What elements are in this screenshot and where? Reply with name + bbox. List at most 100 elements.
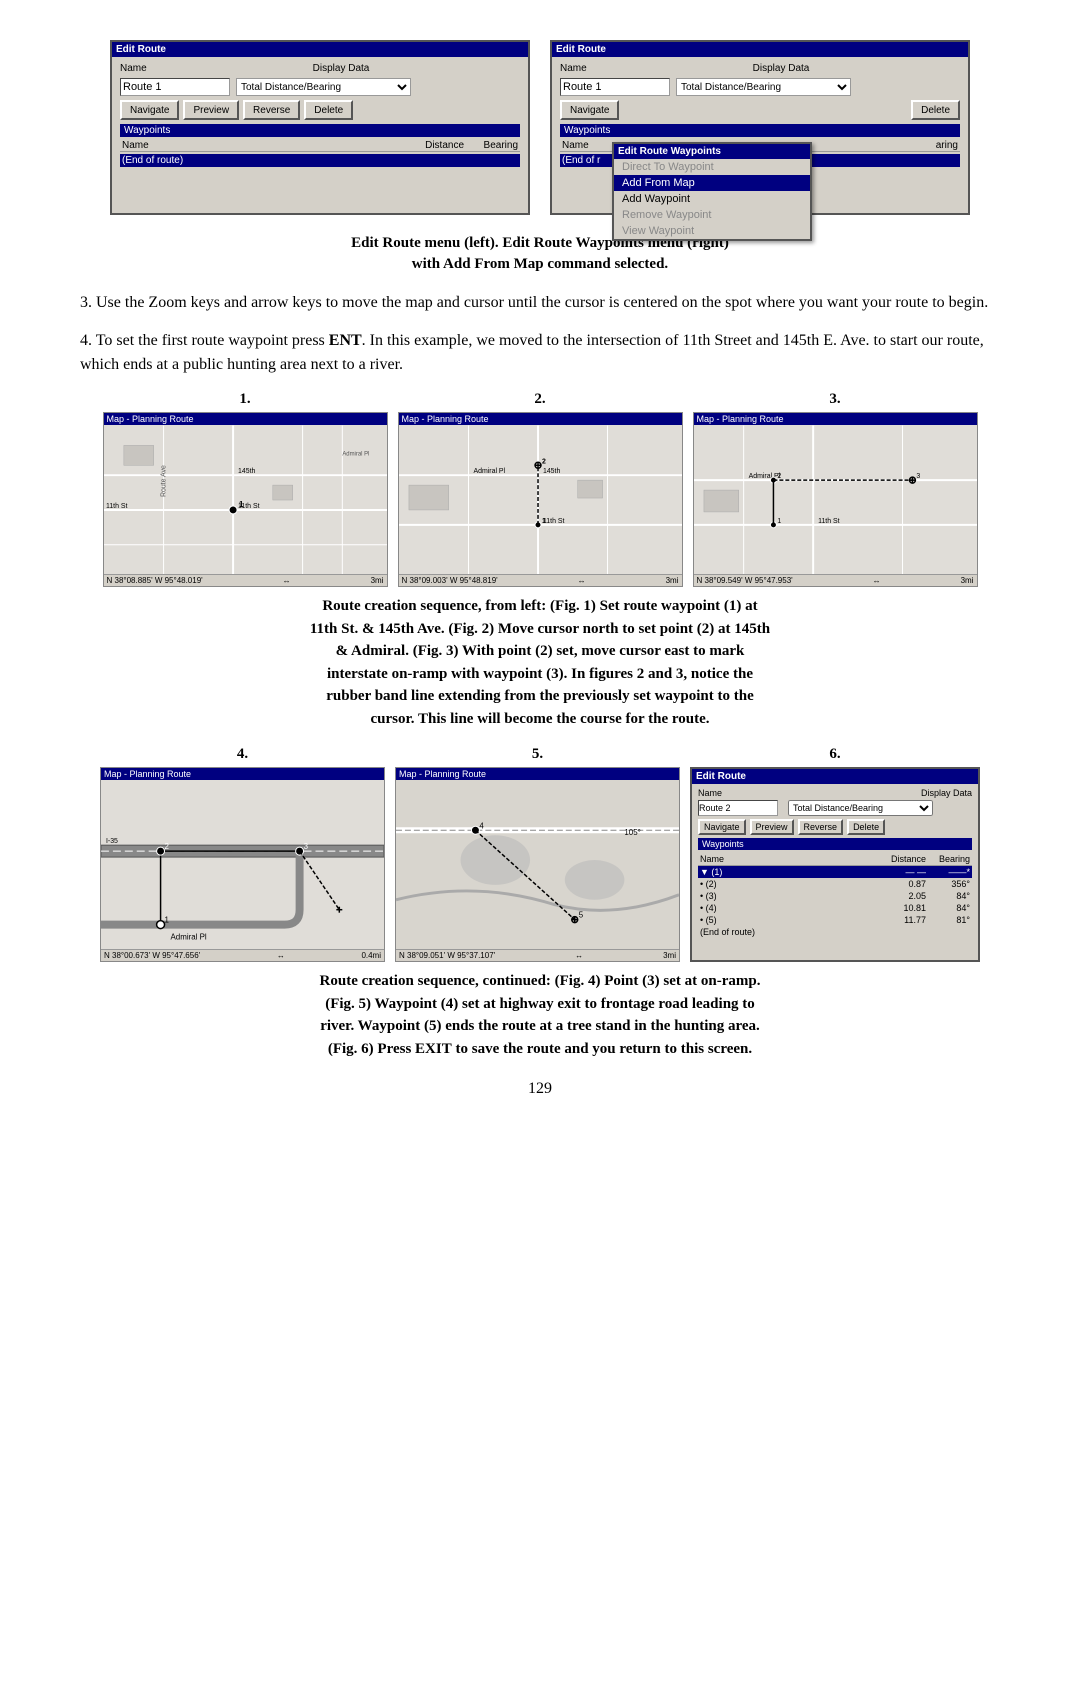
figures-row-1: 1. Map - Planning Route 145th 11th St 11… <box>80 391 1000 587</box>
svg-text:1: 1 <box>239 500 244 509</box>
right-name-label: Name <box>560 63 596 74</box>
fig6-preview-btn[interactable]: Preview <box>750 819 794 835</box>
left-name-display-row: Name Display Data <box>120 63 520 74</box>
fig6-wp-row-2: • (2) 0.87 356° <box>698 878 972 890</box>
fig6-titlebar: Edit Route <box>692 769 978 784</box>
left-display-select[interactable]: Total Distance/Bearing <box>236 78 411 96</box>
left-delete-btn[interactable]: Delete <box>304 100 353 120</box>
left-buttons-row: Navigate Preview Reverse Delete <box>120 100 520 120</box>
right-inputs-row: Total Distance/Bearing <box>560 78 960 96</box>
figures-row-2: 4. Map - Planning Route 1 2 <box>80 746 1000 962</box>
fig6-route-name[interactable] <box>698 800 778 816</box>
fig6-delete-btn[interactable]: Delete <box>847 819 885 835</box>
fig5-scale: 3mi <box>663 951 676 960</box>
left-reverse-btn[interactable]: Reverse <box>243 100 300 120</box>
left-dialog-titlebar: Edit Route <box>112 42 528 57</box>
right-delete-btn[interactable]: Delete <box>911 100 960 120</box>
mid-caption-line5: rubber band line extending from the prev… <box>326 688 754 704</box>
left-preview-btn[interactable]: Preview <box>183 100 239 120</box>
fig6-wp-row-end: (End of route) <box>698 926 972 938</box>
bot-caption-line4-before: (Fig. 6) Press <box>328 1041 415 1057</box>
fig6-navigate-btn[interactable]: Navigate <box>698 819 746 835</box>
right-display-label: Display Data <box>753 63 810 74</box>
figure-3-label: 3. <box>829 391 840 408</box>
popup-remove-waypoint[interactable]: Remove Waypoint <box>614 207 810 223</box>
popup-add-from-map[interactable]: Add From Map <box>614 175 810 191</box>
figure-5-map: Map - Planning Route 4 <box>395 767 680 962</box>
fig6-col-dist: Distance <box>875 854 930 864</box>
fig6-wp-row-4: • (4) 10.81 84° <box>698 902 972 914</box>
fig4-svg: 1 2 3 Admiral Pl I-35 <box>101 780 384 949</box>
fig3-arrows: ↔ <box>873 576 881 585</box>
page-number: 129 <box>80 1080 1000 1098</box>
svg-text:2: 2 <box>777 473 781 480</box>
fig1-svg: 145th 11th St 11th St 1 Route Ave Admira… <box>104 425 387 574</box>
figure-2-map: Map - Planning Route 145th 11th St Admir… <box>398 412 683 587</box>
mid-caption-line4: interstate on-ramp with waypoint (3). In… <box>327 666 753 682</box>
right-route-name-input[interactable] <box>560 78 670 96</box>
left-end-of-route: (End of route) <box>122 155 518 166</box>
fig2-content: 145th 11th St Admiral Pl 1 2 <box>399 425 682 574</box>
fig4-content: 1 2 3 Admiral Pl I-35 <box>101 780 384 949</box>
left-navigate-btn[interactable]: Navigate <box>120 100 179 120</box>
left-display-label: Display Data <box>313 63 370 74</box>
fig6-display-select[interactable]: Total Distance/Bearing <box>788 800 933 816</box>
fig6-inputs-row: Total Distance/Bearing <box>698 800 972 816</box>
fig6-wp1-dist: — — <box>875 867 930 877</box>
popup-titlebar: Edit Route Waypoints <box>614 144 810 159</box>
left-dialog-body: Name Display Data Total Distance/Bearing… <box>112 57 528 213</box>
bot-caption-line2: (Fig. 5) Waypoint (4) set at highway exi… <box>325 996 755 1012</box>
popup-view-waypoint[interactable]: View Waypoint <box>614 223 810 239</box>
fig6-body: Name Display Data Total Distance/Bearing… <box>692 784 978 942</box>
popup-direct-to-waypoint[interactable]: Direct To Waypoint <box>614 159 810 175</box>
right-navigate-btn[interactable]: Navigate <box>560 100 619 120</box>
popup-add-waypoint[interactable]: Add Waypoint <box>614 191 810 207</box>
fig3-titlebar: Map - Planning Route <box>694 413 977 425</box>
figure-4-map: Map - Planning Route 1 2 <box>100 767 385 962</box>
fig5-arrows: ↔ <box>575 951 583 960</box>
fig6-wp2-name: • (2) <box>700 879 875 889</box>
svg-text:145th: 145th <box>238 468 256 475</box>
left-inputs-row: Total Distance/Bearing <box>120 78 520 96</box>
fig6-display-label: Display Data <box>921 788 972 798</box>
top-caption-line2: with Add From Map command selected. <box>412 256 668 272</box>
fig6-wp3-dist: 2.05 <box>875 891 930 901</box>
bottom-caption: Route creation sequence, continued: (Fig… <box>90 970 990 1060</box>
svg-text:11th St: 11th St <box>105 503 127 510</box>
fig1-statusbar: N 38°08.885' W 95°48.019' ↔ 3mi <box>104 574 387 586</box>
top-dialogs-row: Edit Route Name Display Data Total Dista… <box>80 40 1000 215</box>
svg-text:1: 1 <box>165 916 170 925</box>
fig3-coords: N 38°09.549' W 95°47.953' <box>697 576 793 585</box>
fig2-scale: 3mi <box>666 576 679 585</box>
fig1-titlebar: Map - Planning Route <box>104 413 387 425</box>
figure-3-map: Map - Planning Route Admiral Pl 11th St … <box>693 412 978 587</box>
svg-text:4: 4 <box>479 821 484 830</box>
fig5-titlebar: Map - Planning Route <box>396 768 679 780</box>
right-col-bearing: aring <box>908 140 958 151</box>
fig3-svg: Admiral Pl 11th St 1 2 3 <box>694 425 977 574</box>
svg-text:3: 3 <box>304 842 309 851</box>
fig6-edit-route-dialog: Edit Route Name Display Data Total Dista… <box>690 767 980 962</box>
middle-caption: Route creation sequence, from left: (Fig… <box>90 595 990 730</box>
figure-1: 1. Map - Planning Route 145th 11th St 11… <box>103 391 388 587</box>
svg-text:1: 1 <box>541 518 545 525</box>
fig1-coords: N 38°08.885' W 95°48.019' <box>107 576 203 585</box>
right-display-select[interactable]: Total Distance/Bearing <box>676 78 851 96</box>
fig2-titlebar: Map - Planning Route <box>399 413 682 425</box>
fig4-titlebar: Map - Planning Route <box>101 768 384 780</box>
mid-caption-line2: 11th St. & 145th Ave. (Fig. 2) Move curs… <box>310 621 770 637</box>
fig6-wp4-bearing: 84° <box>930 903 970 913</box>
mid-caption-line6: cursor. This line will become the course… <box>371 711 710 727</box>
left-route-name-input[interactable] <box>120 78 230 96</box>
right-edit-route-dialog: Edit Route Name Display Data Total Dista… <box>550 40 970 215</box>
svg-text:105°: 105° <box>624 828 640 837</box>
svg-text:Route Ave: Route Ave <box>160 465 167 497</box>
fig6-wp-row-1: ▼ (1) — — ——* <box>698 866 972 878</box>
fig6-name-label: Name <box>698 788 835 798</box>
fig6-reverse-btn[interactable]: Reverse <box>798 819 844 835</box>
svg-text:11th St: 11th St <box>542 518 564 525</box>
fig6-wp2-bearing: 356° <box>930 879 970 889</box>
left-name-label: Name <box>120 63 156 74</box>
figure-4: 4. Map - Planning Route 1 2 <box>100 746 385 962</box>
left-col-dist: Distance <box>408 140 468 151</box>
